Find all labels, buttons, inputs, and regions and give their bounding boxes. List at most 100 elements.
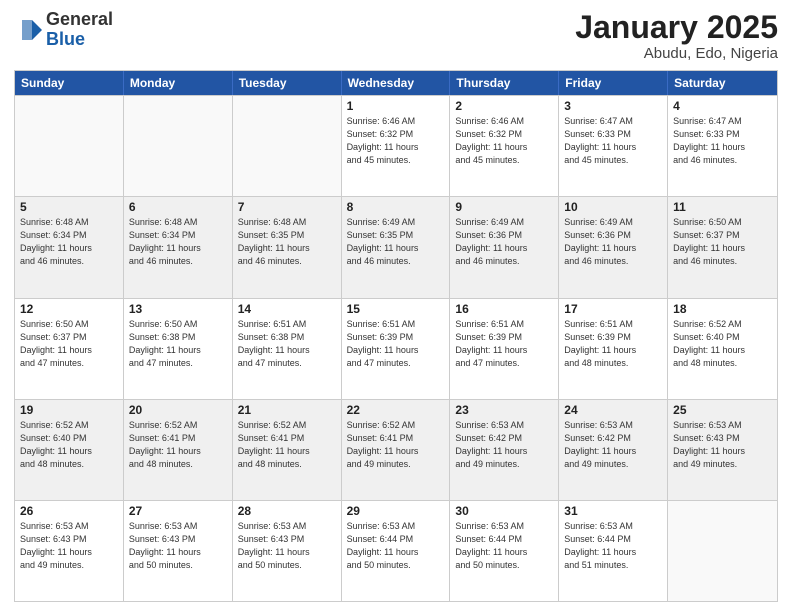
day-info: Sunrise: 6:53 AM Sunset: 6:43 PM Dayligh… [673, 419, 772, 471]
day-number: 30 [455, 504, 553, 518]
calendar-day-cell: 30 Sunrise: 6:53 AM Sunset: 6:44 PM Dayli… [450, 501, 559, 601]
calendar-day-cell [15, 96, 124, 196]
calendar-week-row: 5 Sunrise: 6:48 AM Sunset: 6:34 PM Daylig… [15, 196, 777, 297]
day-info: Sunrise: 6:48 AM Sunset: 6:35 PM Dayligh… [238, 216, 336, 268]
calendar-day-cell [233, 96, 342, 196]
calendar-header-cell: Tuesday [233, 71, 342, 95]
day-info: Sunrise: 6:53 AM Sunset: 6:44 PM Dayligh… [564, 520, 662, 572]
calendar-header-cell: Saturday [668, 71, 777, 95]
calendar-header-cell: Friday [559, 71, 668, 95]
day-number: 25 [673, 403, 772, 417]
calendar-day-cell: 17 Sunrise: 6:51 AM Sunset: 6:39 PM Dayli… [559, 299, 668, 399]
day-number: 22 [347, 403, 445, 417]
day-info: Sunrise: 6:53 AM Sunset: 6:42 PM Dayligh… [455, 419, 553, 471]
day-info: Sunrise: 6:50 AM Sunset: 6:37 PM Dayligh… [673, 216, 772, 268]
day-info: Sunrise: 6:53 AM Sunset: 6:43 PM Dayligh… [20, 520, 118, 572]
calendar-day-cell: 10 Sunrise: 6:49 AM Sunset: 6:36 PM Dayli… [559, 197, 668, 297]
day-info: Sunrise: 6:50 AM Sunset: 6:37 PM Dayligh… [20, 318, 118, 370]
day-number: 9 [455, 200, 553, 214]
day-number: 5 [20, 200, 118, 214]
logo-general-text: General [46, 9, 113, 29]
day-info: Sunrise: 6:52 AM Sunset: 6:40 PM Dayligh… [20, 419, 118, 471]
day-info: Sunrise: 6:53 AM Sunset: 6:43 PM Dayligh… [129, 520, 227, 572]
calendar-day-cell: 15Sunrise: 6:51 AM Sunset: 6:39 PM Dayli… [342, 299, 451, 399]
day-info: Sunrise: 6:51 AM Sunset: 6:39 PM Dayligh… [564, 318, 662, 370]
day-number: 8 [347, 200, 445, 214]
day-info: Sunrise: 6:51 AM Sunset: 6:39 PM Dayligh… [455, 318, 553, 370]
calendar-week-row: 26 Sunrise: 6:53 AM Sunset: 6:43 PM Dayli… [15, 500, 777, 601]
day-number: 21 [238, 403, 336, 417]
day-number: 6 [129, 200, 227, 214]
day-number: 7 [238, 200, 336, 214]
day-info: Sunrise: 6:53 AM Sunset: 6:42 PM Dayligh… [564, 419, 662, 471]
day-number: 10 [564, 200, 662, 214]
calendar-day-cell: 22 Sunrise: 6:52 AM Sunset: 6:41 PM Dayli… [342, 400, 451, 500]
day-info: Sunrise: 6:52 AM Sunset: 6:40 PM Dayligh… [673, 318, 772, 370]
calendar-week-row: 19 Sunrise: 6:52 AM Sunset: 6:40 PM Dayli… [15, 399, 777, 500]
calendar-title: January 2025 [575, 10, 778, 45]
page: General Blue January 2025 Abudu, Edo, Ni… [0, 0, 792, 612]
day-number: 29 [347, 504, 445, 518]
calendar-day-cell: 24 Sunrise: 6:53 AM Sunset: 6:42 PM Dayli… [559, 400, 668, 500]
day-number: 28 [238, 504, 336, 518]
day-info: Sunrise: 6:48 AM Sunset: 6:34 PM Dayligh… [20, 216, 118, 268]
calendar-day-cell: 18 Sunrise: 6:52 AM Sunset: 6:40 PM Dayli… [668, 299, 777, 399]
calendar-day-cell: 19 Sunrise: 6:52 AM Sunset: 6:40 PM Dayli… [15, 400, 124, 500]
calendar-day-cell: 1 Sunrise: 6:46 AM Sunset: 6:32 PM Daylig… [342, 96, 451, 196]
day-number: 24 [564, 403, 662, 417]
day-number: 14 [238, 302, 336, 316]
calendar-day-cell: 13 Sunrise: 6:50 AM Sunset: 6:38 PM Dayli… [124, 299, 233, 399]
day-number: 11 [673, 200, 772, 214]
day-info: Sunrise: 6:47 AM Sunset: 6:33 PM Dayligh… [564, 115, 662, 167]
logo-blue-text: Blue [46, 29, 85, 49]
calendar-day-cell: 26 Sunrise: 6:53 AM Sunset: 6:43 PM Dayli… [15, 501, 124, 601]
calendar-day-cell: 20 Sunrise: 6:52 AM Sunset: 6:41 PM Dayli… [124, 400, 233, 500]
calendar-day-cell: 23Sunrise: 6:53 AM Sunset: 6:42 PM Dayli… [450, 400, 559, 500]
day-info: Sunrise: 6:53 AM Sunset: 6:44 PM Dayligh… [455, 520, 553, 572]
day-info: Sunrise: 6:50 AM Sunset: 6:38 PM Dayligh… [129, 318, 227, 370]
day-info: Sunrise: 6:49 AM Sunset: 6:36 PM Dayligh… [455, 216, 553, 268]
calendar-day-cell: 11 Sunrise: 6:50 AM Sunset: 6:37 PM Dayli… [668, 197, 777, 297]
day-info: Sunrise: 6:51 AM Sunset: 6:39 PM Dayligh… [347, 318, 445, 370]
calendar-day-cell: 6 Sunrise: 6:48 AM Sunset: 6:34 PM Daylig… [124, 197, 233, 297]
calendar-day-cell [124, 96, 233, 196]
calendar: SundayMondayTuesdayWednesdayThursdayFrid… [14, 70, 778, 602]
calendar-header-cell: Thursday [450, 71, 559, 95]
day-number: 3 [564, 99, 662, 113]
calendar-body: 1 Sunrise: 6:46 AM Sunset: 6:32 PM Daylig… [15, 95, 777, 601]
day-number: 13 [129, 302, 227, 316]
logo: General Blue [14, 10, 113, 50]
day-info: Sunrise: 6:49 AM Sunset: 6:36 PM Dayligh… [564, 216, 662, 268]
day-info: Sunrise: 6:47 AM Sunset: 6:33 PM Dayligh… [673, 115, 772, 167]
day-info: Sunrise: 6:48 AM Sunset: 6:34 PM Dayligh… [129, 216, 227, 268]
calendar-day-cell: 7 Sunrise: 6:48 AM Sunset: 6:35 PM Daylig… [233, 197, 342, 297]
calendar-day-cell: 4Sunrise: 6:47 AM Sunset: 6:33 PM Daylig… [668, 96, 777, 196]
day-info: Sunrise: 6:53 AM Sunset: 6:43 PM Dayligh… [238, 520, 336, 572]
day-number: 27 [129, 504, 227, 518]
calendar-day-cell: 5 Sunrise: 6:48 AM Sunset: 6:34 PM Daylig… [15, 197, 124, 297]
calendar-day-cell: 31Sunrise: 6:53 AM Sunset: 6:44 PM Dayli… [559, 501, 668, 601]
day-number: 1 [347, 99, 445, 113]
day-info: Sunrise: 6:53 AM Sunset: 6:44 PM Dayligh… [347, 520, 445, 572]
day-info: Sunrise: 6:51 AM Sunset: 6:38 PM Dayligh… [238, 318, 336, 370]
day-number: 26 [20, 504, 118, 518]
calendar-header-cell: Sunday [15, 71, 124, 95]
title-block: January 2025 Abudu, Edo, Nigeria [575, 10, 778, 62]
calendar-header-cell: Wednesday [342, 71, 451, 95]
calendar-header-cell: Monday [124, 71, 233, 95]
day-info: Sunrise: 6:52 AM Sunset: 6:41 PM Dayligh… [238, 419, 336, 471]
day-info: Sunrise: 6:46 AM Sunset: 6:32 PM Dayligh… [455, 115, 553, 167]
calendar-day-cell: 9 Sunrise: 6:49 AM Sunset: 6:36 PM Daylig… [450, 197, 559, 297]
day-number: 17 [564, 302, 662, 316]
day-number: 16 [455, 302, 553, 316]
day-number: 12 [20, 302, 118, 316]
day-number: 19 [20, 403, 118, 417]
calendar-day-cell: 14 Sunrise: 6:51 AM Sunset: 6:38 PM Dayli… [233, 299, 342, 399]
calendar-day-cell: 3 Sunrise: 6:47 AM Sunset: 6:33 PM Daylig… [559, 96, 668, 196]
day-info: Sunrise: 6:46 AM Sunset: 6:32 PM Dayligh… [347, 115, 445, 167]
day-info: Sunrise: 6:52 AM Sunset: 6:41 PM Dayligh… [129, 419, 227, 471]
day-number: 18 [673, 302, 772, 316]
day-number: 20 [129, 403, 227, 417]
day-info: Sunrise: 6:52 AM Sunset: 6:41 PM Dayligh… [347, 419, 445, 471]
day-number: 2 [455, 99, 553, 113]
